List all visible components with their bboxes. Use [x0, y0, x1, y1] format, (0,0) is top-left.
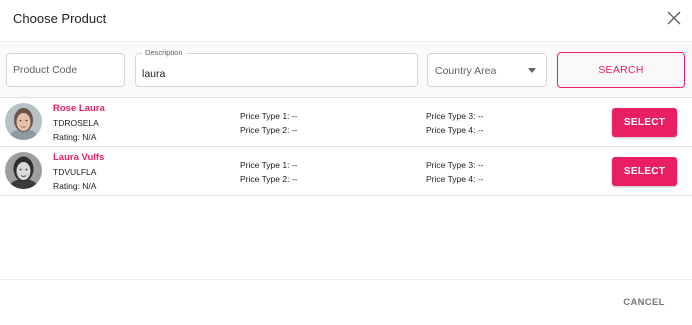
list-item: Laura Vulfs TDVULFLA Rating: N/A Price T…: [0, 147, 692, 196]
country-area-value: Country Area: [435, 65, 497, 77]
price-type-3: Price Type 3: --: [426, 111, 484, 121]
search-button[interactable]: SEARCH: [557, 52, 685, 88]
dialog-title: Choose Product: [13, 11, 107, 26]
price-type-4: Price Type 4: --: [426, 125, 484, 135]
avatar: [5, 103, 42, 140]
person-photo-icon: [5, 103, 42, 140]
description-input[interactable]: [142, 59, 411, 89]
price-type-1: Price Type 1: --: [240, 160, 298, 170]
product-rating: Rating: N/A: [53, 132, 97, 142]
dropdown-arrow-icon: [528, 68, 536, 73]
cancel-button[interactable]: CANCEL: [614, 291, 674, 313]
product-rating: Rating: N/A: [53, 181, 97, 191]
price-type-3: Price Type 3: --: [426, 160, 484, 170]
product-code: TDVULFLA: [53, 167, 97, 177]
country-area-select[interactable]: Country Area: [427, 53, 547, 87]
footer-divider: [0, 279, 692, 280]
price-type-2: Price Type 2: --: [240, 125, 298, 135]
product-code: TDROSELA: [53, 118, 99, 128]
list-item: Rose Laura TDROSELA Rating: N/A Price Ty…: [0, 98, 692, 147]
product-name[interactable]: Laura Vulfs: [53, 152, 104, 163]
results-list: Rose Laura TDROSELA Rating: N/A Price Ty…: [0, 98, 692, 196]
price-type-4: Price Type 4: --: [426, 174, 484, 184]
close-button[interactable]: [666, 10, 682, 26]
choose-product-dialog: Choose Product Description Country Area …: [0, 0, 692, 325]
product-name[interactable]: Rose Laura: [53, 103, 105, 114]
close-icon: [667, 11, 681, 25]
product-code-input[interactable]: [13, 54, 118, 86]
avatar: [5, 152, 42, 189]
description-label: Description: [142, 48, 186, 58]
select-button[interactable]: SELECT: [612, 108, 677, 137]
price-type-2: Price Type 2: --: [240, 174, 298, 184]
product-code-field[interactable]: [6, 53, 125, 87]
select-button[interactable]: SELECT: [612, 157, 677, 186]
dialog-header: Choose Product: [0, 0, 692, 40]
person-photo-icon: [5, 152, 42, 189]
description-field[interactable]: Description: [135, 48, 418, 89]
price-type-1: Price Type 1: --: [240, 111, 298, 121]
search-bar: Description Country Area SEARCH: [0, 41, 692, 98]
